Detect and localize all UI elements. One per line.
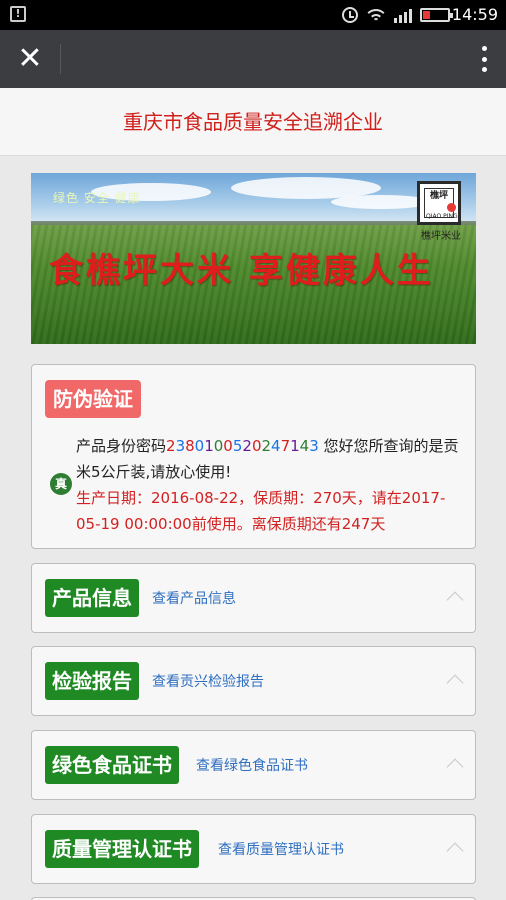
- section-title: 绿色食品证书: [45, 746, 179, 784]
- alert-icon: !: [10, 6, 26, 22]
- code-digit: 2: [166, 437, 176, 455]
- signal-icon: [394, 7, 412, 23]
- wifi-icon: [366, 7, 386, 23]
- section-title: 产品信息: [45, 579, 139, 617]
- logo-dot-icon: [447, 203, 456, 212]
- code-digit: 4: [271, 437, 281, 455]
- section-link[interactable]: 查看贡兴检验报告: [152, 662, 264, 702]
- more-vertical-icon: [481, 46, 487, 51]
- status-time: 14:59: [451, 5, 498, 24]
- verification-body: 产品身份密码2380100520247143 您好您所查询的是贡米5公斤装,请放…: [76, 433, 468, 537]
- brand-logo-sub: QIAO PING: [426, 213, 458, 220]
- chevron-up-icon[interactable]: [446, 842, 464, 860]
- status-bar: ! 14:59: [0, 0, 506, 30]
- code-digit: 3: [309, 437, 319, 455]
- banner-slogan: 食樵坪大米 享健康人生: [49, 251, 434, 291]
- page-header: 重庆市食品质量安全追溯企业: [0, 88, 506, 156]
- code-digit: 4: [299, 437, 310, 455]
- brand-banner: 绿色 安全 健康 食樵坪大米 享健康人生 樵坪 QIAO PING 樵坪米业: [31, 173, 476, 344]
- code-prefix: 产品身份密码: [76, 437, 167, 455]
- chevron-up-icon[interactable]: [446, 591, 464, 609]
- code-digit: 2: [261, 437, 272, 455]
- code-digit: 0: [213, 437, 224, 455]
- close-icon: ✕: [17, 41, 43, 76]
- brand-logo: 樵坪 QIAO PING: [417, 181, 461, 225]
- section-product-info[interactable]: 产品信息 查看产品信息: [31, 563, 476, 633]
- more-menu-button[interactable]: [476, 42, 492, 76]
- section-link[interactable]: 查看产品信息: [152, 579, 236, 619]
- authentic-badge-icon: 真: [50, 473, 72, 495]
- section-title: 质量管理认证书: [45, 830, 199, 868]
- status-icons: [342, 5, 453, 25]
- code-digit: 1: [290, 437, 300, 455]
- verification-title: 防伪验证: [45, 380, 141, 418]
- section-inspection-report[interactable]: 检验报告 查看贡兴检验报告: [31, 646, 476, 716]
- code-digit: 8: [185, 437, 195, 455]
- app-bar: ✕: [0, 30, 506, 88]
- section-title: 检验报告: [45, 662, 139, 700]
- shelf-life-warning: 生产日期：2016-08-22，保质期：270天，请在2017-05-19 00…: [76, 489, 446, 533]
- chevron-up-icon[interactable]: [446, 674, 464, 692]
- code-digit: 7: [280, 437, 291, 455]
- brand-logo-text: 樵坪米业: [421, 231, 461, 242]
- verification-card: 防伪验证 真 产品身份密码2380100520247143 您好您所查询的是贡米…: [31, 364, 476, 549]
- code-digit: 0: [223, 437, 233, 455]
- code-digit: 5: [232, 437, 243, 455]
- code-digit: 2: [242, 437, 252, 455]
- code-digit: 3: [175, 437, 186, 455]
- chevron-up-icon[interactable]: [446, 758, 464, 776]
- close-button[interactable]: ✕: [10, 39, 50, 79]
- banner-tags: 绿色 安全 健康: [53, 191, 141, 205]
- verification-code: 2380100520247143: [166, 437, 319, 455]
- section-link[interactable]: 查看质量管理认证书: [218, 830, 344, 870]
- code-digit: 1: [204, 437, 214, 455]
- app-bar-divider: [60, 44, 61, 74]
- section-link[interactable]: 查看绿色食品证书: [196, 746, 308, 786]
- alarm-icon: [342, 7, 358, 23]
- page-title: 重庆市食品质量安全追溯企业: [123, 110, 383, 134]
- code-digit: 0: [194, 437, 205, 455]
- section-green-food-cert[interactable]: 绿色食品证书 查看绿色食品证书: [31, 730, 476, 800]
- battery-low-icon: [420, 8, 453, 22]
- section-quality-cert[interactable]: 质量管理认证书 查看质量管理认证书: [31, 814, 476, 884]
